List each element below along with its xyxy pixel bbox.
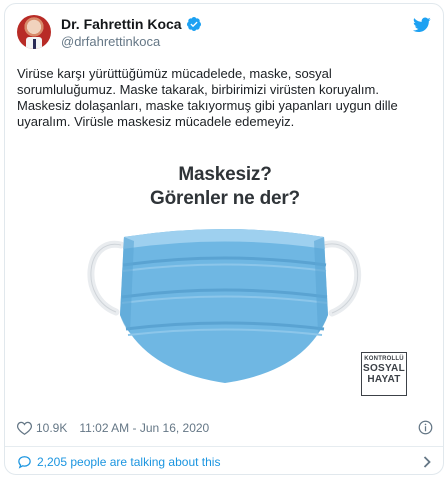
like-button[interactable]: 10.9K xyxy=(17,421,67,435)
like-count: 10.9K xyxy=(36,421,68,435)
timestamp-link[interactable]: 11:02 AM - Jun 16, 2020 xyxy=(79,421,209,435)
headline-line-2: Görenler ne der? xyxy=(150,188,300,209)
author-block: Dr. Fahrettin Koca @drfahrettinkoca xyxy=(61,15,202,49)
heart-icon xyxy=(17,421,32,435)
info-icon[interactable] xyxy=(418,420,433,435)
media-headline: Maskesiz? Görenler ne der? xyxy=(6,163,443,211)
tweet-actions: 10.9K 11:02 AM - Jun 16, 2020 xyxy=(17,418,433,438)
kontrollu-sosyal-hayat-logo: KONTROLLÜ SOSYAL HAYAT xyxy=(361,352,407,396)
tweet-media-image[interactable]: Maskesiz? Görenler ne der? KONTROLLÜ SOS… xyxy=(6,137,443,414)
conversation-link[interactable]: 2,205 people are talking about this xyxy=(17,453,433,471)
display-name[interactable]: Dr. Fahrettin Koca xyxy=(61,16,182,32)
logo-line-2: SOSYAL xyxy=(362,363,405,374)
chevron-right-icon xyxy=(423,456,431,468)
divider xyxy=(5,446,443,447)
username[interactable]: @drfahrettinkoca xyxy=(61,34,202,49)
avatar[interactable] xyxy=(17,15,51,49)
tweet-card: Dr. Fahrettin Koca @drfahrettinkoca Virü… xyxy=(4,3,444,475)
conversation-count: 2,205 people are talking about this xyxy=(37,455,221,469)
tweet-text: Virüse karşı yürüttüğümüz mücadelede, ma… xyxy=(17,66,398,129)
headline-line-1: Maskesiz? xyxy=(178,164,272,185)
twitter-bird-icon[interactable] xyxy=(413,17,431,33)
logo-line-3: HAYAT xyxy=(367,374,401,385)
verified-icon xyxy=(186,17,201,31)
logo-line-1: KONTROLLÜ xyxy=(364,356,404,362)
comment-icon xyxy=(18,456,31,469)
tweet-header: Dr. Fahrettin Koca @drfahrettinkoca xyxy=(17,14,433,58)
